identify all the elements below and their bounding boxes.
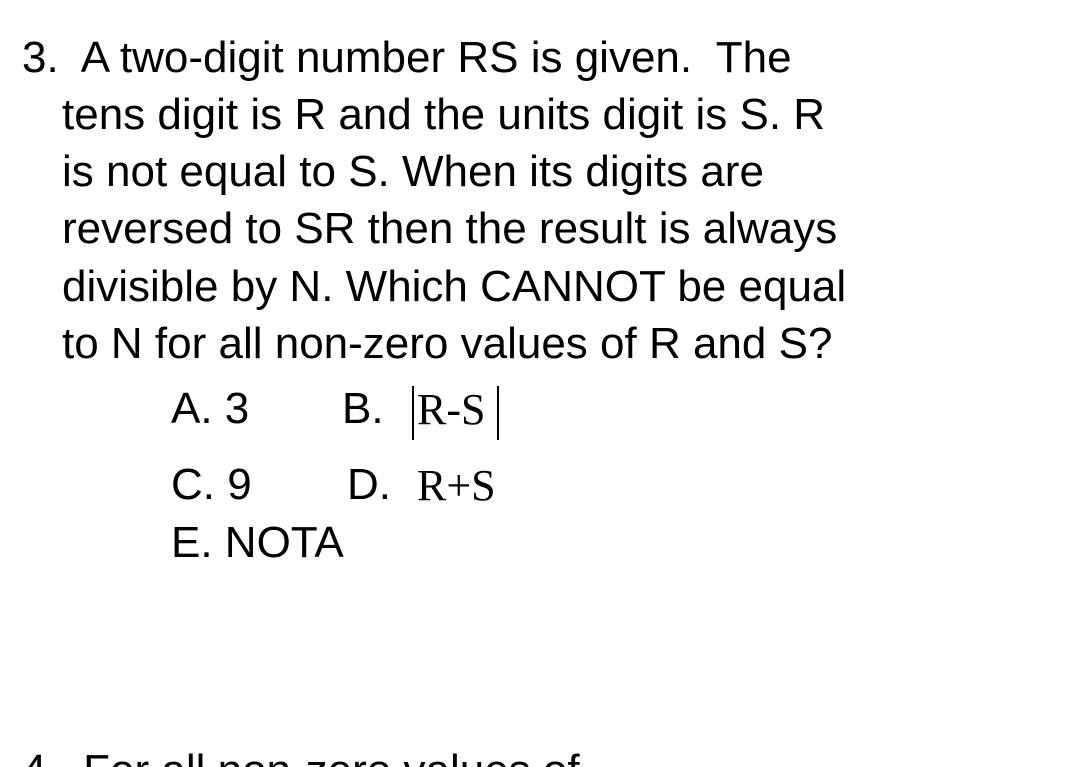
question-text-line-5: divisible by N. Which CANNOT be equal: [62, 262, 847, 311]
abs-bar-left: [412, 386, 414, 440]
option-d-expression: R+S: [417, 461, 496, 510]
option-b-label: B.: [342, 384, 384, 433]
question-text-line-6: to N for all non-zero values of R and S?: [62, 319, 833, 368]
question-text-line-3: is not equal to S. When its digits are: [62, 147, 764, 196]
option-e: E. NOTA: [171, 518, 344, 567]
abs-bar-right: [497, 386, 499, 440]
question-4-partial: 4. For all non-zero values of: [22, 742, 580, 767]
slide: 3. A two-digit number RS is given. The t…: [0, 0, 1084, 767]
option-d-label: D.: [347, 460, 391, 509]
question-text-line-4: reversed to SR then the result is always: [62, 204, 838, 253]
option-c: C. 9: [171, 460, 252, 509]
question-3-first-line: 3. A two-digit number RS is given. The: [22, 29, 792, 86]
question-text-line-2: tens digit is R and the units digit is S…: [62, 90, 826, 139]
question-number: 3.: [22, 33, 59, 82]
question-text-line-1: A two-digit number RS is given. The: [80, 33, 792, 82]
option-a: A. 3: [171, 384, 250, 433]
option-b-expression: R-S: [417, 385, 486, 434]
